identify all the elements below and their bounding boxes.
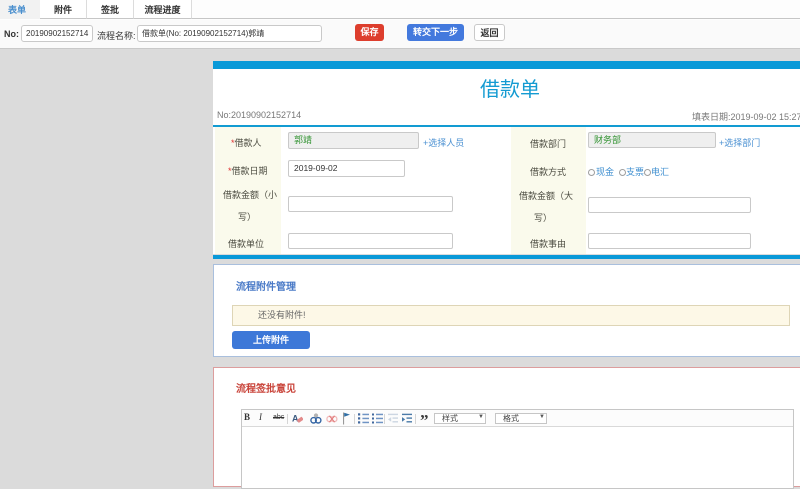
svg-text:A: A xyxy=(292,414,299,424)
